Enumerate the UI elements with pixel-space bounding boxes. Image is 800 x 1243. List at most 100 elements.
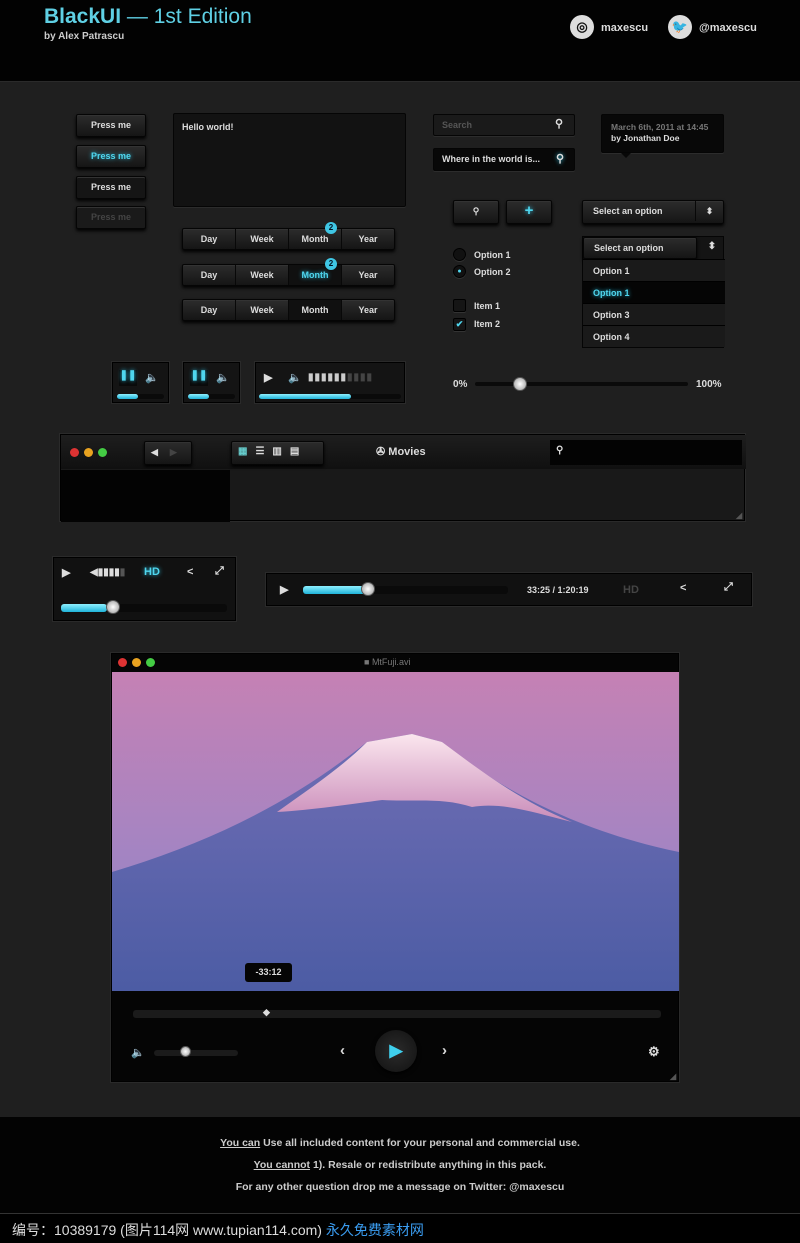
option-item[interactable]: Option 4 [583, 325, 725, 347]
play-icon[interactable]: ▶ [280, 583, 288, 596]
seg-week[interactable]: Week [236, 229, 289, 249]
fullscreen-icon[interactable]: ⤢ [215, 565, 224, 578]
list-view-icon[interactable]: ☰ [255, 446, 272, 457]
progress-knob[interactable] [106, 600, 120, 614]
progress-bar[interactable] [188, 394, 235, 399]
slider-knob[interactable] [513, 377, 527, 391]
dribbble-icon[interactable]: ◎ [570, 15, 594, 39]
progress-bar[interactable] [303, 586, 508, 594]
checkbox-label: Item 2 [474, 319, 501, 329]
column-view-icon[interactable]: ▥ [272, 446, 289, 457]
play-icon[interactable]: ▶ [62, 566, 70, 579]
volume-icon[interactable]: 🔈 [216, 371, 230, 384]
you-can-link[interactable]: You can [220, 1137, 260, 1149]
resize-handle[interactable]: ◢ [736, 511, 742, 520]
select-open: Select an option ⬍ Option 1 Option 1 Opt… [582, 236, 725, 348]
select-open-toggle[interactable]: Select an option [583, 237, 697, 259]
twitter-link[interactable]: @maxescu [699, 22, 757, 34]
press-me-button-disabled: Press me [76, 206, 146, 229]
add-button[interactable]: + [506, 200, 552, 224]
search-icon[interactable]: ⚲ [556, 152, 564, 165]
next-icon[interactable]: › [442, 1042, 447, 1059]
close-button[interactable] [118, 658, 127, 667]
play-button[interactable]: ▶ [375, 1030, 417, 1072]
chevron-updown-icon: ⬍ [707, 241, 717, 252]
radio-option-2[interactable]: ● [453, 265, 466, 278]
seek-knob[interactable]: ◆ [263, 1007, 270, 1018]
press-me-button-pressed[interactable]: Press me [76, 176, 146, 199]
video-player-wide: ▶ 33:25 / 1:20:19 HD < ⤢ [266, 573, 752, 606]
volume-level-icon[interactable]: ▮▮▮▮▮▮▮▮▮▮ [308, 372, 373, 383]
maximize-button[interactable] [146, 658, 155, 667]
seg-year[interactable]: Year [342, 265, 394, 285]
seg-year[interactable]: Year [342, 300, 394, 320]
textarea[interactable]: Hello world! [173, 113, 406, 207]
chevron-updown-icon: ⬍ [695, 201, 723, 221]
you-cannot-link[interactable]: You cannot [254, 1159, 310, 1171]
watermark-link[interactable]: 永久免费素材网 [326, 1222, 424, 1238]
pause-icon[interactable]: ❚❚ [119, 370, 137, 386]
progress-bar[interactable] [259, 394, 401, 399]
volume-icon[interactable]: 🔈 [131, 1046, 145, 1059]
video-player-compact: ▶ ◀▮▮▮▮▮ HD < ⤢ [53, 557, 236, 621]
play-icon[interactable]: ▶ [264, 371, 272, 384]
checkbox-label: Item 1 [474, 301, 501, 311]
minimize-button[interactable] [84, 448, 93, 457]
seg-week[interactable]: Week [236, 265, 289, 285]
play-icon: ▶ [389, 1041, 403, 1060]
seg-day[interactable]: Day [183, 265, 236, 285]
finder-search-input[interactable]: ⚲ [550, 440, 742, 465]
option-item-highlighted[interactable]: Option 1 [583, 281, 725, 303]
resize-handle[interactable]: ◢ [670, 1072, 676, 1081]
volume-slider[interactable] [154, 1050, 238, 1056]
close-button[interactable] [70, 448, 79, 457]
press-me-button-active[interactable]: Press me [76, 145, 146, 168]
volume-knob[interactable] [180, 1046, 191, 1057]
search-icon[interactable]: ⚲ [555, 117, 563, 130]
progress-bar[interactable] [61, 604, 227, 612]
pause-icon[interactable]: ❚❚ [190, 370, 208, 386]
radio-option-1[interactable] [453, 248, 466, 261]
fullscreen-icon[interactable]: ⤢ [724, 581, 733, 594]
slider-min-label: 0% [453, 379, 468, 390]
maximize-button[interactable] [98, 448, 107, 457]
seg-week[interactable]: Week [236, 300, 289, 320]
checkbox-item-2[interactable]: ✔ [453, 318, 466, 331]
finder-sidebar [61, 470, 230, 522]
minimize-button[interactable] [132, 658, 141, 667]
twitter-icon[interactable]: 🐦 [668, 15, 692, 39]
dribbble-link[interactable]: maxescu [601, 22, 648, 34]
search-button[interactable]: ⚲ [453, 200, 499, 224]
seg-day[interactable]: Day [183, 229, 236, 249]
hd-button[interactable]: HD [623, 584, 639, 596]
seek-bar[interactable] [133, 1010, 661, 1018]
seg-month[interactable]: Month [289, 300, 342, 320]
back-icon[interactable]: ◀ [151, 447, 158, 457]
search-input[interactable]: Search [433, 114, 575, 136]
seg-day[interactable]: Day [183, 300, 236, 320]
option-item[interactable]: Option 1 [583, 259, 725, 281]
hd-button[interactable]: HD [144, 566, 160, 578]
tooltip-author: by Jonathan Doe [611, 133, 680, 143]
share-icon[interactable]: < [680, 582, 686, 594]
coverflow-view-icon[interactable]: ▤ [290, 446, 307, 457]
previous-icon[interactable]: ‹ [340, 1042, 345, 1059]
gear-icon[interactable]: ⚙ [648, 1044, 660, 1060]
progress-knob[interactable] [361, 582, 375, 596]
grid-view-icon[interactable]: ▦ [238, 446, 255, 457]
search-input-focused[interactable]: Where in the world is... [433, 148, 575, 171]
progress-bar[interactable] [117, 394, 164, 399]
option-item[interactable]: Option 3 [583, 303, 725, 325]
mini-player-2: ❚❚ 🔈 [183, 362, 240, 403]
checkbox-item-1[interactable] [453, 299, 466, 312]
share-icon[interactable]: < [187, 566, 193, 578]
press-me-button[interactable]: Press me [76, 114, 146, 137]
slider-track[interactable] [475, 382, 688, 386]
forward-icon[interactable]: ▶ [170, 447, 177, 457]
seg-year[interactable]: Year [342, 229, 394, 249]
volume-icon[interactable]: 🔈 [288, 371, 302, 384]
volume-icon[interactable]: ◀▮▮▮▮▮ [90, 567, 125, 578]
header: BlackUI — 1st Edition by Alex Patrascu ◎… [0, 0, 800, 82]
select-dropdown[interactable]: Select an option ⬍ [582, 200, 724, 224]
volume-icon[interactable]: 🔈 [145, 371, 159, 384]
